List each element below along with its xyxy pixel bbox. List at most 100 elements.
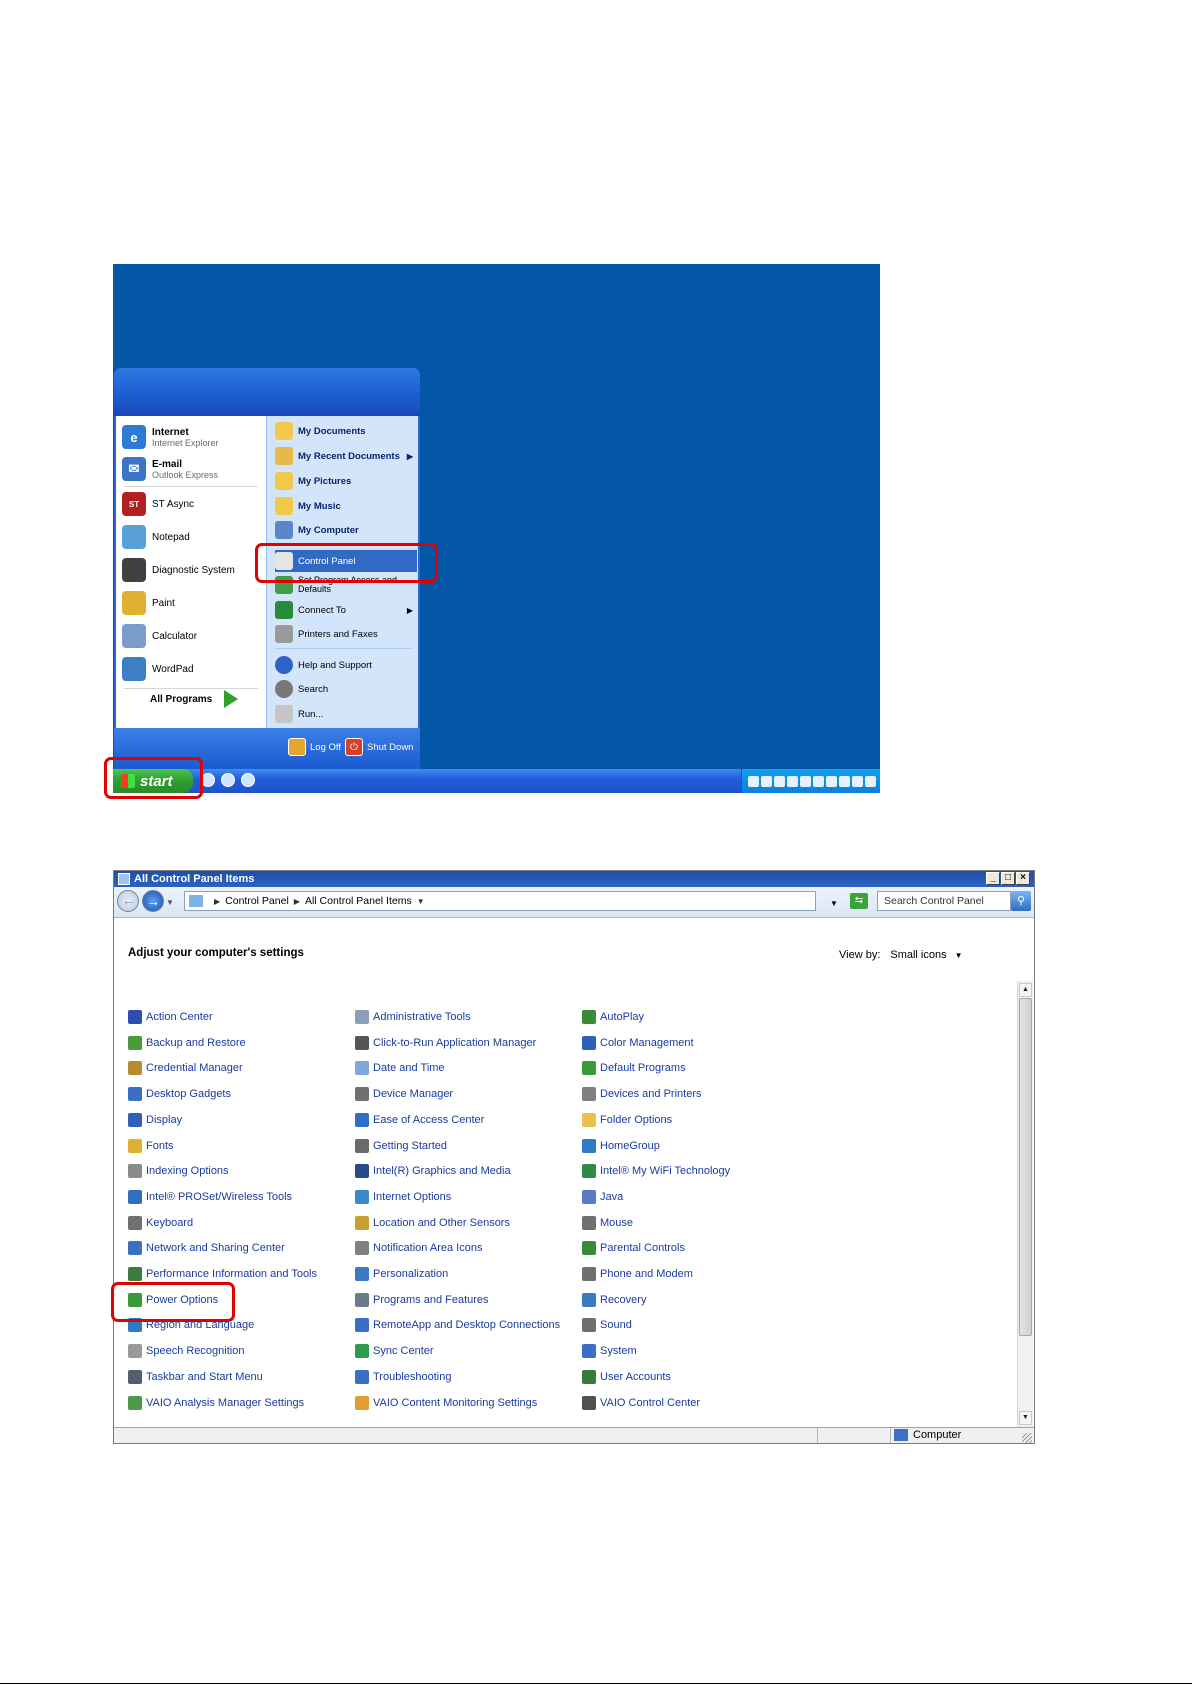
cp-item[interactable]: Performance Information and Tools	[128, 1265, 317, 1283]
start-recent-item[interactable]: Paint	[122, 588, 175, 618]
tray-icon[interactable]	[813, 775, 824, 787]
tray-icon[interactable]	[839, 775, 850, 787]
cp-item[interactable]: VAIO Control Center	[582, 1394, 700, 1412]
cp-item[interactable]: Action Center	[128, 1008, 213, 1026]
start-recent-item[interactable]: Diagnostic System	[122, 555, 235, 585]
cp-item[interactable]: Date and Time	[355, 1059, 445, 1077]
cp-item[interactable]: AutoPlay	[582, 1008, 644, 1026]
start-recent-item[interactable]: ST ST Async	[122, 489, 194, 519]
quick-launch-icon[interactable]	[221, 773, 235, 787]
cp-item[interactable]: Taskbar and Start Menu	[128, 1368, 263, 1386]
start-right-my-music[interactable]: My Music	[275, 495, 417, 517]
tray-icon[interactable]	[826, 775, 837, 787]
start-right-my-documents[interactable]: My Documents	[275, 420, 417, 442]
cp-item[interactable]: Sound	[582, 1316, 632, 1334]
cp-item[interactable]: Intel® PROSet/Wireless Tools	[128, 1188, 292, 1206]
quick-launch-icon[interactable]	[201, 773, 215, 787]
cp-item[interactable]: Color Management	[582, 1034, 694, 1052]
cp-item[interactable]: Recovery	[582, 1291, 646, 1309]
right-item-label: My Computer	[298, 524, 359, 536]
tray-icon[interactable]	[761, 775, 772, 787]
log-off-button[interactable]: Log Off	[288, 738, 341, 756]
start-separator	[275, 648, 411, 649]
cp-item[interactable]: Phone and Modem	[582, 1265, 693, 1283]
cp-item[interactable]: Indexing Options	[128, 1162, 229, 1180]
vertical-scrollbar[interactable]: ▲ ▼	[1017, 981, 1033, 1427]
cp-item[interactable]: Speech Recognition	[128, 1342, 244, 1360]
search-icon[interactable]: ⚲	[1011, 891, 1031, 911]
cp-item[interactable]: RemoteApp and Desktop Connections	[355, 1316, 560, 1334]
cp-item[interactable]: Mouse	[582, 1214, 633, 1232]
keyboard-icon	[128, 1216, 142, 1230]
start-right-printers[interactable]: Printers and Faxes	[275, 623, 417, 645]
cp-item[interactable]: User Accounts	[582, 1368, 671, 1386]
cp-item-label: Personalization	[373, 1268, 449, 1280]
cp-item[interactable]: Intel® My WiFi Technology	[582, 1162, 730, 1180]
tray-icon[interactable]	[787, 775, 798, 787]
start-right-run[interactable]: Run...	[275, 703, 417, 725]
cp-item[interactable]: Keyboard	[128, 1214, 193, 1232]
recovery-icon	[582, 1293, 596, 1307]
resize-grip-icon[interactable]	[1022, 1433, 1032, 1443]
start-right-my-recent-documents[interactable]: My Recent Documents ▶	[275, 445, 417, 467]
right-item-label: My Pictures	[298, 475, 352, 487]
start-right-connect-to[interactable]: Connect To ▶	[275, 599, 417, 621]
indexing-icon	[128, 1164, 142, 1178]
cp-item[interactable]: Notification Area Icons	[355, 1239, 482, 1257]
cp-item[interactable]: Fonts	[128, 1137, 174, 1155]
cp-item[interactable]: Getting Started	[355, 1137, 447, 1155]
cp-item[interactable]: Internet Options	[355, 1188, 451, 1206]
cp-item[interactable]: VAIO Analysis Manager Settings	[128, 1394, 304, 1412]
tray-icon[interactable]	[865, 775, 876, 787]
cp-item[interactable]: Display	[128, 1111, 182, 1129]
cp-item[interactable]: Backup and Restore	[128, 1034, 246, 1052]
display-icon	[128, 1113, 142, 1127]
cp-item[interactable]: Personalization	[355, 1265, 448, 1283]
cp-item[interactable]: Java	[582, 1188, 623, 1206]
cp-item[interactable]: Folder Options	[582, 1111, 672, 1129]
quick-launch-icon[interactable]	[241, 773, 255, 787]
tray-icon[interactable]	[800, 775, 811, 787]
start-pinned-email[interactable]: ✉ E-mail Outlook Express	[122, 454, 218, 484]
scroll-down-icon[interactable]: ▼	[1019, 1411, 1032, 1425]
highlight-start-button	[104, 757, 203, 799]
start-right-search[interactable]: Search	[275, 678, 417, 700]
start-recent-item[interactable]: Notepad	[122, 522, 190, 552]
shut-down-button[interactable]: ⏻ Shut Down	[345, 738, 413, 756]
cp-item[interactable]: Parental Controls	[582, 1239, 685, 1257]
cp-item[interactable]: Credential Manager	[128, 1059, 243, 1077]
cp-item[interactable]: Desktop Gadgets	[128, 1085, 231, 1103]
cp-item[interactable]: Devices and Printers	[582, 1085, 702, 1103]
cp-item[interactable]: VAIO Content Monitoring Settings	[355, 1394, 537, 1412]
cp-item[interactable]: Intel(R) Graphics and Media	[355, 1162, 511, 1180]
cp-item[interactable]: HomeGroup	[582, 1137, 660, 1155]
cp-item[interactable]: Troubleshooting	[355, 1368, 451, 1386]
close-button[interactable]: ×	[1016, 872, 1030, 885]
cp-item[interactable]: Sync Center	[355, 1342, 434, 1360]
cp-item[interactable]: Location and Other Sensors	[355, 1214, 510, 1232]
cp-item[interactable]: System	[582, 1342, 637, 1360]
all-programs-button[interactable]: All Programs	[150, 690, 239, 708]
start-right-my-computer[interactable]: My Computer	[275, 519, 417, 541]
cp-item[interactable]: Device Manager	[355, 1085, 453, 1103]
start-menu-header	[114, 368, 420, 416]
start-recent-item[interactable]: Calculator	[122, 621, 197, 651]
cp-item[interactable]: Programs and Features	[355, 1291, 489, 1309]
vaio-content-icon	[355, 1396, 369, 1410]
scroll-up-icon[interactable]: ▲	[1019, 983, 1032, 997]
tray-icon[interactable]	[748, 775, 759, 787]
cp-item[interactable]: Click-to-Run Application Manager	[355, 1034, 536, 1052]
cp-item[interactable]: Administrative Tools	[355, 1008, 471, 1026]
cp-item-label: Default Programs	[600, 1062, 686, 1074]
start-right-my-pictures[interactable]: My Pictures	[275, 470, 417, 492]
scrollbar-thumb[interactable]	[1019, 998, 1032, 1336]
cp-item[interactable]: Default Programs	[582, 1059, 686, 1077]
tray-icon[interactable]	[852, 775, 863, 787]
start-right-help[interactable]: Help and Support	[275, 654, 417, 676]
cp-item[interactable]: Network and Sharing Center	[128, 1239, 285, 1257]
start-pinned-internet[interactable]: e Internet Internet Explorer	[122, 422, 219, 452]
tray-icon[interactable]	[774, 775, 785, 787]
start-recent-item[interactable]: WordPad	[122, 654, 194, 684]
phone-icon	[582, 1267, 596, 1281]
cp-item[interactable]: Ease of Access Center	[355, 1111, 484, 1129]
